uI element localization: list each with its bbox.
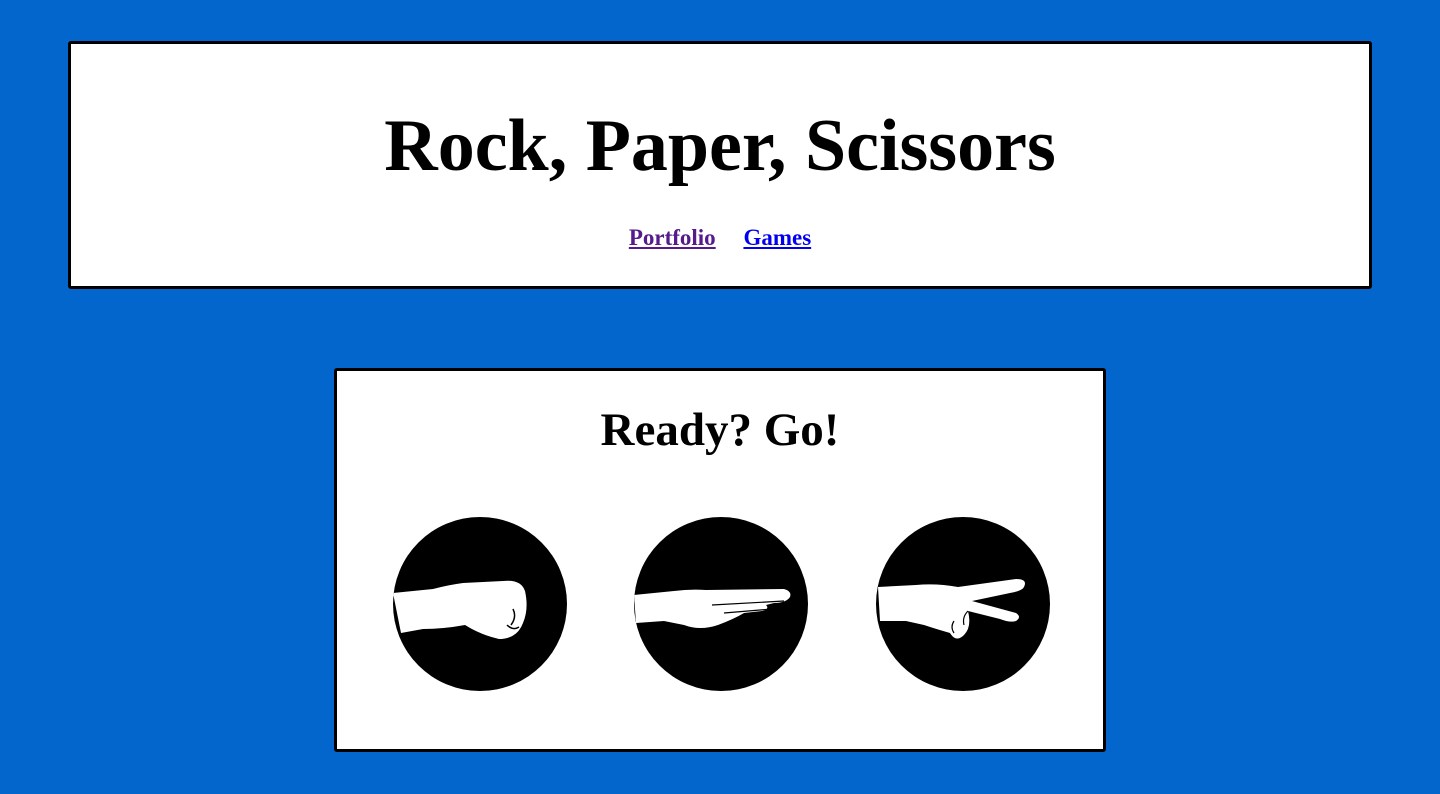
page-title: Rock, Paper, Scissors xyxy=(384,105,1056,187)
game-panel: Ready? Go! xyxy=(334,368,1106,752)
nav-link-portfolio[interactable]: Portfolio xyxy=(629,225,716,250)
nav-link-games[interactable]: Games xyxy=(743,225,811,250)
scissors-hand-icon xyxy=(878,579,1025,639)
rock-button[interactable] xyxy=(393,517,567,691)
site-nav: Portfolio Games xyxy=(71,224,1369,252)
scissors-button[interactable] xyxy=(876,517,1050,691)
header-panel: Rock, Paper, Scissors Portfolio Games xyxy=(68,41,1372,289)
paper-button[interactable] xyxy=(634,517,808,691)
paper-hand-icon xyxy=(634,589,791,628)
rock-hand-icon xyxy=(393,580,527,639)
game-heading: Ready? Go! xyxy=(600,404,840,456)
